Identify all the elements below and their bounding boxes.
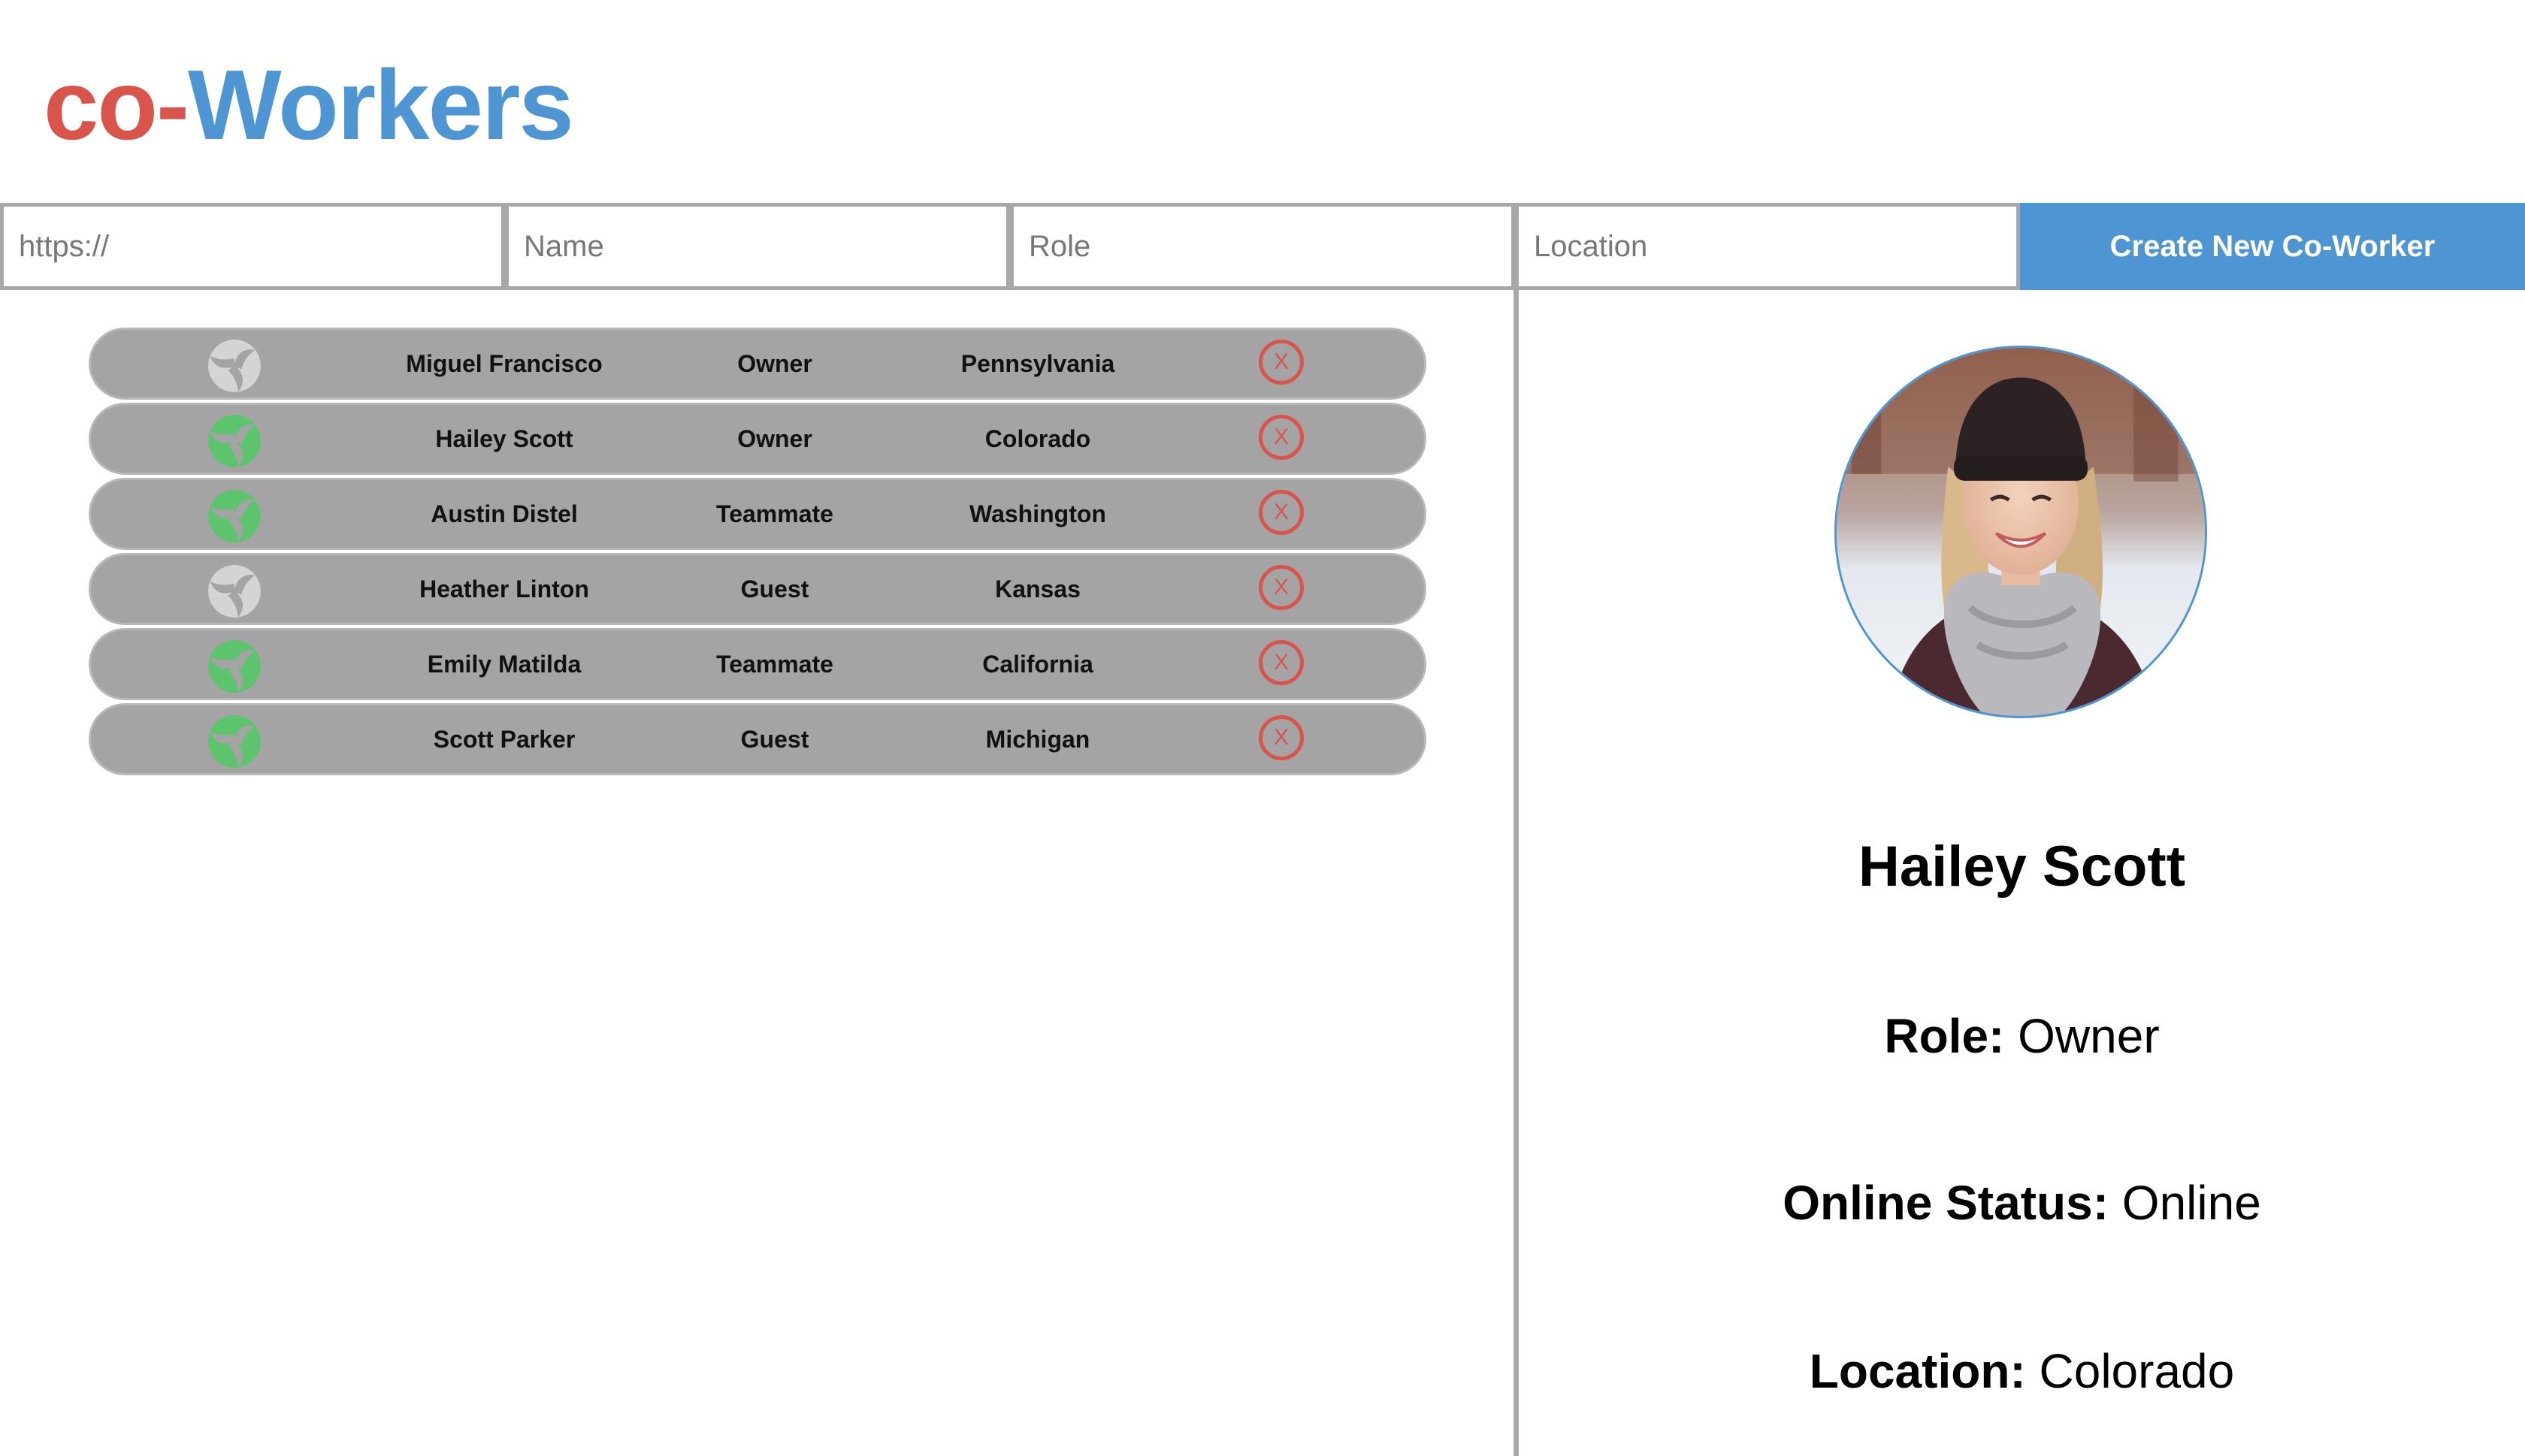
logo-workers: Workers [188, 50, 574, 160]
coworker-name: Austin Distel [431, 500, 578, 527]
coworker-role: Guest [740, 725, 809, 753]
online-status-value: Online [2121, 1176, 2261, 1230]
coworker-row[interactable]: Scott Parker Guest Michigan X [89, 703, 1426, 775]
status-icon-offline [208, 340, 261, 392]
coworker-row[interactable]: Miguel Francisco Owner Pennsylvania X [89, 328, 1426, 400]
image-url-input[interactable] [0, 203, 505, 290]
coworker-row[interactable]: Austin Distel Teammate Washington X [89, 478, 1426, 550]
coworker-detail-panel: Hailey Scott Role: Owner Online Status: … [1519, 290, 2525, 1456]
role-value: Owner [2018, 1009, 2160, 1063]
delete-coworker-button[interactable]: X [1259, 490, 1304, 535]
create-coworker-form: Create New Co-Worker [0, 203, 2525, 290]
online-status-label: Online Status: [1783, 1176, 2109, 1230]
delete-coworker-button[interactable]: X [1259, 715, 1304, 760]
coworker-role: Owner [737, 424, 812, 452]
panel-divider [1513, 290, 1519, 1456]
logo-co: co- [44, 50, 189, 160]
location-input[interactable] [1515, 203, 2020, 290]
delete-coworker-button[interactable]: X [1259, 415, 1304, 460]
coworker-location: Michigan [985, 725, 1090, 753]
coworker-row[interactable]: Hailey Scott Owner Colorado X [89, 403, 1426, 475]
coworker-role: Teammate [716, 500, 833, 527]
status-icon-offline [208, 565, 261, 618]
selected-coworker-name: Hailey Scott [1858, 835, 2186, 899]
coworker-role: Guest [740, 575, 809, 603]
status-icon-online [208, 640, 261, 693]
role-input[interactable] [1010, 203, 1515, 290]
location-value: Colorado [2039, 1344, 2235, 1398]
coworker-name: Hailey Scott [435, 424, 573, 452]
name-input[interactable] [505, 203, 1010, 290]
delete-coworker-button[interactable]: X [1259, 640, 1304, 685]
delete-coworker-button[interactable]: X [1259, 565, 1304, 610]
create-coworker-button[interactable]: Create New Co-Worker [2020, 203, 2525, 290]
coworker-role: Teammate [716, 650, 833, 678]
coworker-list: Miguel Francisco Owner Pennsylvania X Ha… [89, 328, 1426, 778]
delete-coworker-button[interactable]: X [1259, 340, 1304, 385]
avatar [1834, 346, 2207, 718]
coworker-location: California [982, 650, 1093, 678]
selected-role: Role: Owner [1519, 1008, 2525, 1064]
coworker-name: Heather Linton [419, 575, 589, 603]
status-icon-online [208, 490, 261, 542]
role-label: Role: [1884, 1009, 2005, 1063]
avatar-photo [1837, 348, 2205, 716]
coworker-name: Miguel Francisco [406, 349, 603, 377]
status-icon-online [208, 415, 261, 467]
selected-location: Location: Colorado [1519, 1343, 2525, 1399]
coworker-row[interactable]: Emily Matilda Teammate California X [89, 628, 1426, 700]
status-icon-online [208, 715, 261, 768]
app-logo: co- Workers [44, 45, 574, 165]
location-label: Location: [1809, 1344, 2026, 1398]
coworker-location: Pennsylvania [960, 349, 1115, 377]
coworker-location: Kansas [995, 575, 1081, 603]
coworker-name: Emily Matilda [427, 650, 582, 678]
coworker-location: Colorado [984, 424, 1091, 452]
coworker-location: Washington [969, 500, 1106, 527]
selected-online-status: Online Status: Online [1519, 1175, 2525, 1231]
coworker-row[interactable]: Heather Linton Guest Kansas X [89, 553, 1426, 625]
coworker-name: Scott Parker [433, 725, 576, 753]
coworker-role: Owner [737, 349, 812, 377]
